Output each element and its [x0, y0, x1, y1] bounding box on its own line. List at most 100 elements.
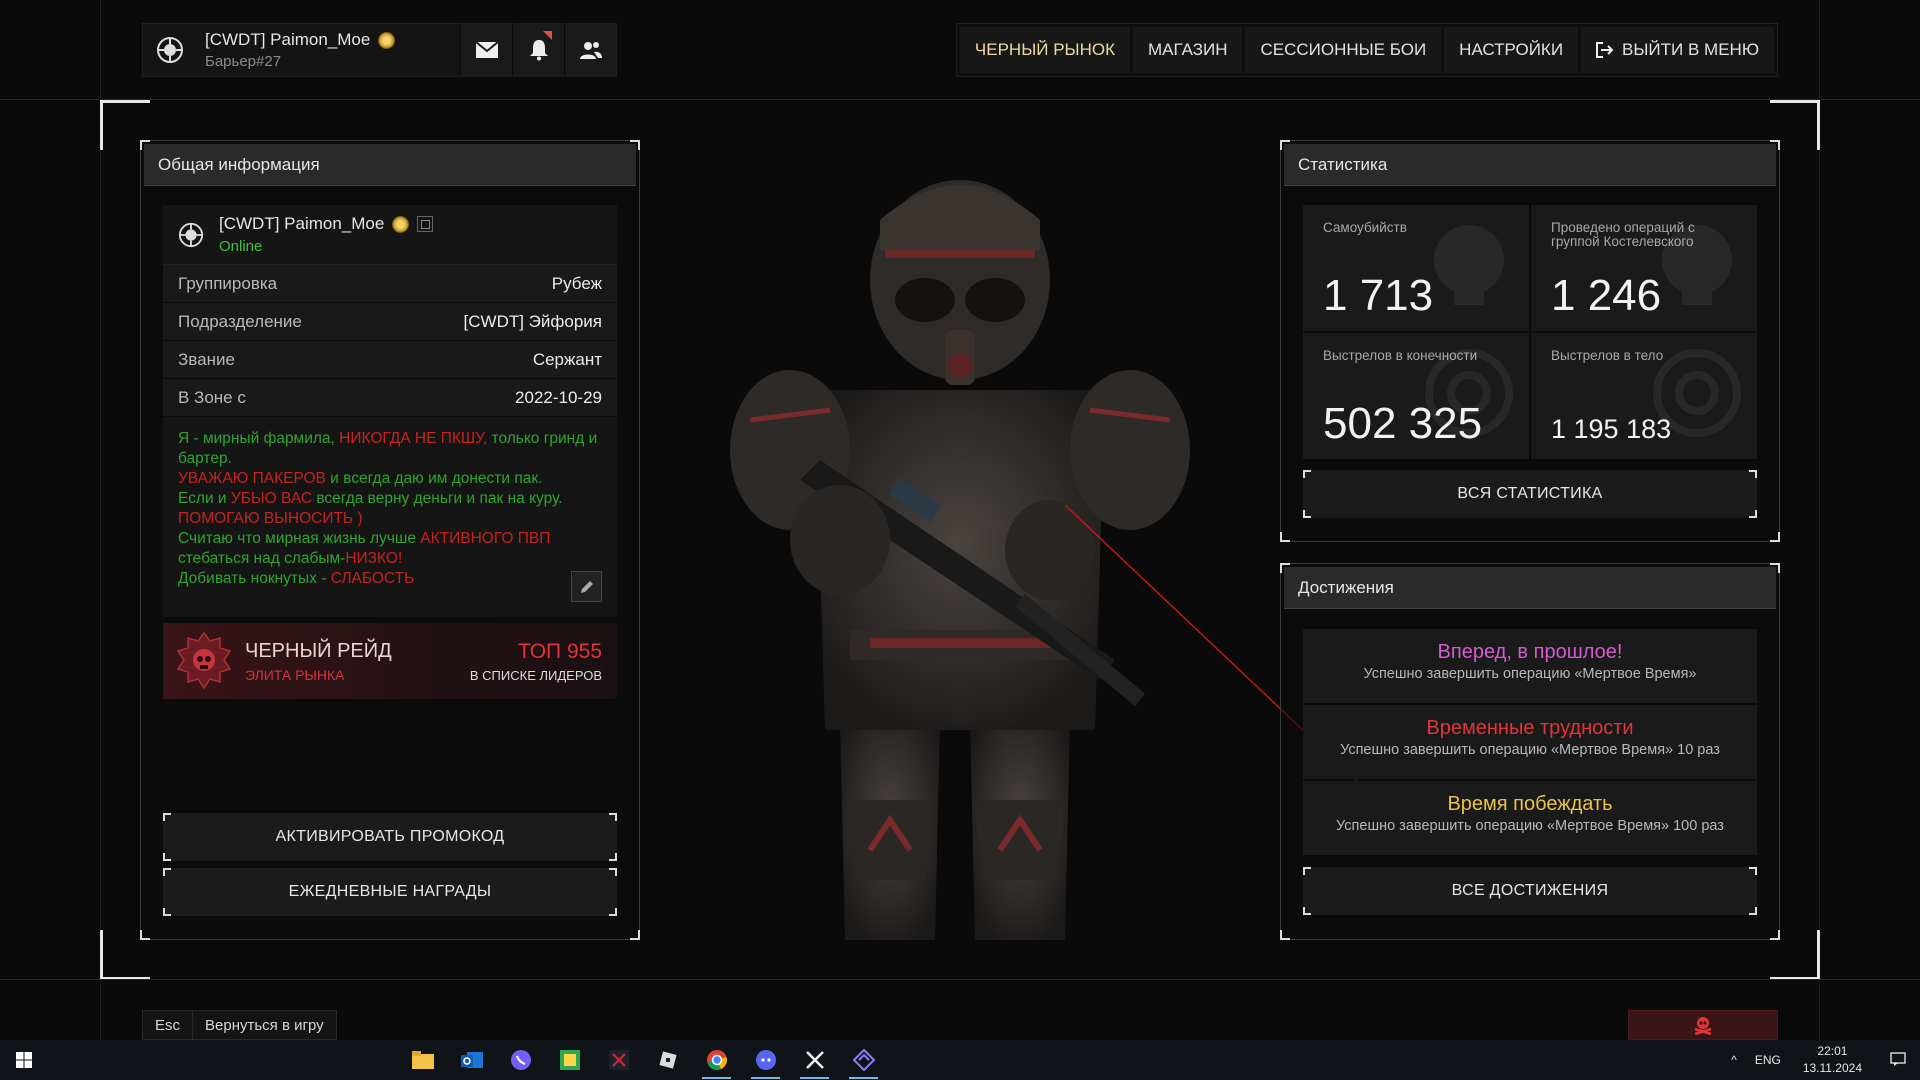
info-rows: Группировка Рубеж Подразделение [CWDT] Эйф… [163, 265, 617, 417]
notification-center-icon[interactable] [1876, 1051, 1920, 1069]
users-icon [579, 42, 602, 59]
profile-names: [CWDT] Paimon_Moe Барьер#27 [197, 30, 460, 70]
raid-subtitle: ЭЛИТА РЫНКА [245, 666, 345, 683]
bio-segment: УВАЖАЮ ПАКЕРОВ [178, 470, 331, 487]
info-card: [CWDT] Paimon_Moe Online Группировка Рубе… [163, 205, 617, 699]
x-app-icon [608, 1050, 629, 1070]
clock-date: 13.11.2024 [1802, 1061, 1862, 1075]
raid-title: ЧЕРНЫЙ РЕЙД [245, 639, 392, 662]
faction-emblem-icon [163, 222, 219, 248]
nav-black-market[interactable]: ЧЕРНЫЙ РЫНОК [959, 27, 1130, 73]
stat-body-shots: Выстрелов в тело 1 195 183 [1531, 333, 1757, 459]
nav-exit-to-menu[interactable]: ВЫЙТИ В МЕНЮ [1581, 27, 1774, 73]
achievement-title: Временные трудности [1426, 717, 1634, 739]
faction-emblem-icon [143, 23, 197, 77]
general-info-panel: Общая информация [CWDT] Paimon_Moe Onlin… [140, 140, 640, 940]
friends-button[interactable] [564, 23, 616, 77]
edit-bio-button[interactable] [571, 571, 602, 602]
stats-grid: Самоубийств 1 713 Проведено операций с г… [1303, 205, 1757, 459]
info-row-rank: Звание Сержант [163, 341, 617, 379]
statistics-panel: Статистика Самоубийств 1 713 Проведено о… [1280, 140, 1780, 542]
taskbar-launcher[interactable] [839, 1040, 888, 1080]
pencil-icon [580, 580, 593, 593]
esc-key-hint: Esc [143, 1011, 194, 1039]
taskbar-explorer[interactable] [398, 1040, 447, 1080]
taskbar-apps [398, 1040, 888, 1080]
profile-server: Барьер#27 [205, 53, 282, 70]
discord-icon [755, 1050, 776, 1070]
all-achievements-button[interactable]: ВСЕ ДОСТИЖЕНИЯ [1303, 867, 1757, 915]
premium-badge-icon [392, 215, 410, 233]
achievement-title: Время побеждать [1447, 793, 1613, 815]
roblox-icon [658, 1051, 677, 1069]
panel-title: Статистика [1284, 144, 1776, 186]
notification-indicator [543, 31, 552, 40]
skull-button[interactable] [1628, 1010, 1778, 1040]
achievement-item[interactable]: Временные трудности Успешно завершить оп… [1303, 705, 1757, 779]
skull-watermark-icon [1662, 225, 1732, 305]
achievement-desc: Успешно завершить операцию «Мертвое Врем… [1340, 742, 1720, 758]
taskbar-viber[interactable] [496, 1040, 545, 1080]
profile-nick: [CWDT] Paimon_Moe [205, 30, 371, 49]
bio-segment: и всегда даю им донести пак. [330, 470, 543, 487]
copy-icon[interactable] [417, 216, 434, 232]
notifications-button[interactable] [512, 23, 564, 77]
raid-rank-subtitle: В СПИСКЕ ЛИДЕРОВ [469, 667, 602, 683]
nav-settings[interactable]: НАСТРОЙКИ [1444, 27, 1579, 73]
info-row-faction: Группировка Рубеж [163, 265, 617, 303]
return-to-game-button[interactable]: Esc Вернуться в игру [142, 1010, 337, 1040]
all-statistics-button[interactable]: ВСЯ СТАТИСТИКА [1303, 470, 1757, 518]
taskbar-game[interactable] [790, 1040, 839, 1080]
taskbar-roblox[interactable] [643, 1040, 692, 1080]
stat-operations-kostelevsky: Проведено операций с группой Костелевско… [1531, 205, 1757, 331]
bio-segment: УБЫО ВАС [230, 490, 317, 507]
bell-icon [529, 40, 548, 61]
daily-rewards-button[interactable]: ЕЖЕДНЕВНЫЕ НАГРАДЫ [163, 868, 617, 916]
activate-promo-button[interactable]: АКТИВИРОВАТЬ ПРОМОКОД [163, 813, 617, 861]
black-raid-banner[interactable]: ЧЕРНЫЙ РЕЙД ЭЛИТА РЫНКА ТОП 955 В СПИСКЕ… [163, 623, 617, 699]
taskbar-discord[interactable] [741, 1040, 790, 1080]
bio-segment: Если и [178, 490, 231, 507]
outlook-icon [460, 1052, 483, 1068]
achievements-panel: Достижения Вперед, в прошлое! Успешно за… [1280, 563, 1780, 940]
clock[interactable]: 22:01 13.11.2024 [1789, 1043, 1876, 1077]
achievement-desc: Успешно завершить операцию «Мертвое Врем… [1363, 666, 1697, 682]
crossed-swords-icon [805, 1051, 824, 1069]
launcher-icon [852, 1049, 875, 1071]
windows-taskbar: ^ ENG 22:01 13.11.2024 [0, 1040, 1920, 1080]
nav-shop[interactable]: МАГАЗИН [1133, 27, 1243, 73]
achievement-item[interactable]: Вперед, в прошлое! Успешно завершить опе… [1303, 629, 1757, 703]
mail-icon [474, 41, 499, 58]
panel-title: Достижения [1284, 567, 1776, 609]
bio-segment: всегда верну деньги и пак на куру. [316, 490, 563, 507]
player-bio: Я - мирный фармила, НИКОГДА НЕ ПКШУ, тол… [163, 417, 617, 617]
system-tray: ^ ENG 22:01 13.11.2024 [1721, 1040, 1920, 1080]
info-profile-head: [CWDT] Paimon_Moe Online [163, 205, 617, 265]
taskbar-chrome[interactable] [692, 1040, 741, 1080]
taskbar-app-green[interactable] [545, 1040, 594, 1080]
online-status: Online [219, 238, 263, 255]
skull-watermark-icon [1434, 225, 1504, 305]
mail-button[interactable] [460, 23, 512, 77]
bio-segment: Я - мирный фармила, [178, 430, 340, 447]
info-row-division: Подразделение [CWDT] Эйфория [163, 303, 617, 341]
bio-segment: СЛАБОСТЬ [330, 570, 415, 587]
taskbar-app-x[interactable] [594, 1040, 643, 1080]
clock-time: 22:01 [1817, 1044, 1848, 1058]
start-button[interactable] [0, 1040, 48, 1080]
language-indicator[interactable]: ENG [1747, 1053, 1789, 1067]
image-app-icon [559, 1050, 580, 1070]
nav-session-battles[interactable]: СЕССИОННЫЕ БОИ [1245, 27, 1442, 73]
raid-rank: ТОП 955 [517, 639, 602, 663]
profile-box: [CWDT] Paimon_Moe Барьер#27 [142, 23, 617, 77]
premium-badge-icon [378, 31, 396, 49]
exit-icon [1596, 42, 1614, 58]
tray-expand-icon[interactable]: ^ [1721, 1053, 1747, 1067]
achievement-item[interactable]: Время побеждать Успешно завершить операц… [1303, 781, 1757, 855]
info-row-zone-since: В Зоне с 2022-10-29 [163, 379, 617, 417]
skull-crossbones-icon [1694, 1017, 1712, 1035]
achievement-desc: Успешно завершить операцию «Мертвое Врем… [1336, 818, 1724, 834]
bio-segment: Добивать нокнутых - [178, 570, 331, 587]
viber-icon [510, 1050, 531, 1070]
taskbar-outlook[interactable] [447, 1040, 496, 1080]
